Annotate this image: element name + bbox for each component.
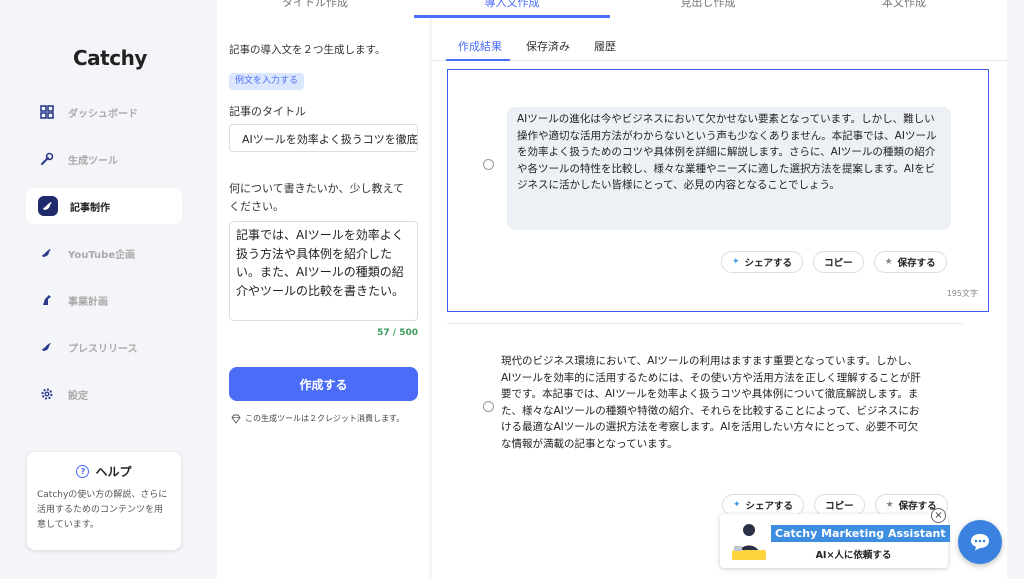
help-text: Catchyの使い方の解説、さらに活用するためのコンテンツを用意しています。 [37,490,168,530]
assistant-banner[interactable]: × Catchy Marketing Assistant AI×人に依頼する [720,508,950,568]
result-actions: ✦ シェアする コピー ★ 保存する [722,494,948,516]
copy-button[interactable]: コピー [814,494,865,516]
credit-note-text: この生成ツールは２クレジット消費します。 [245,414,405,423]
sidebar: Catchy ダッシュボード 生成ツール 記事制作 YouTube企画 事業計画 [0,0,200,579]
sidebar-item-label: 設定 [68,390,88,402]
result-divider [447,323,963,324]
results-panel: 作成結果 保存済み 履歴 AIツールの進化は今やビジネスにおいて欠かせない要素と… [432,18,1007,579]
horse-icon [38,291,56,309]
chat-button[interactable] [958,520,1002,564]
sidebar-item-business-plan[interactable]: 事業計画 [26,282,182,318]
bird-icon [38,196,58,216]
share-button[interactable]: ✦ シェアする [721,251,804,273]
grid-icon [38,103,56,121]
sidebar-item-tools[interactable]: 生成ツール [26,141,182,177]
star-icon: ★ [885,500,894,510]
create-button[interactable]: 作成する [229,367,418,401]
star-icon: ★ [884,257,893,267]
sidebar-item-label: 記事制作 [70,202,110,214]
brand-logo[interactable]: Catchy [73,46,147,70]
gear-icon [38,385,56,403]
assistant-subtitle: AI×人に依頼する [815,550,892,561]
sidebar-item-label: 事業計画 [68,296,108,308]
char-count: 195文字 [946,289,978,298]
active-tab-indicator [446,59,510,61]
tab-history[interactable]: 履歴 [594,38,616,54]
diamond-icon [231,414,241,424]
result-card-selected[interactable]: AIツールの進化は今やビジネスにおいて欠かせない要素となっています。しかし、難し… [447,69,989,312]
assistant-title: Catchy Marketing Assistant [771,525,950,542]
sidebar-item-label: プレスリリース [68,343,138,355]
assistant-person-icon [732,524,766,560]
about-label: 何について書きたいか、少し教えてください。 [229,182,404,213]
chat-bubble-icon [971,534,989,551]
sidebar-item-dashboard[interactable]: ダッシュボード [26,94,182,130]
sidebar-item-label: 生成ツール [68,155,118,167]
step-tab-headings[interactable]: 見出し作成 [610,0,806,10]
sidebar-item-settings[interactable]: 設定 [26,376,182,412]
step-tab-intro[interactable]: 導入文作成 [414,0,610,10]
tab-divider [432,60,1007,61]
step-tab-body[interactable]: 本文作成 [806,0,1002,10]
title-input[interactable]: AIツールを効率よく扱うコツを徹底解説 [229,124,418,152]
tab-results[interactable]: 作成結果 [458,38,502,54]
question-icon: ? [76,465,90,478]
help-title: ? ヘルプ [37,463,171,480]
result-text: 現代のビジネス環境において、AIツールの利用はますます重要となっています。しかし… [501,355,921,450]
form-intro: 記事の導入文を２つ生成します。 [229,44,386,56]
title-label: 記事のタイトル [229,105,306,118]
sidebar-item-article[interactable]: 記事制作 [26,188,182,224]
result-radio[interactable] [483,159,494,170]
step-tab-title[interactable]: タイトル作成 [217,0,413,10]
sidebar-item-label: YouTube企画 [68,249,136,261]
about-textarea[interactable]: 記事では、AIツールを効率よく扱う方法や具体例を紹介したい。また、AIツールの種… [229,221,418,321]
step-tabs: タイトル作成 導入文作成 見出し作成 本文作成 [217,0,1007,18]
result-actions: ✦ シェアする コピー ★ 保存する [721,251,947,273]
character-counter: 57 / 500 [377,328,418,338]
wrench-icon [38,150,56,168]
sidebar-item-press-release[interactable]: プレスリリース [26,329,182,365]
twitter-icon: ✦ [733,500,741,510]
sidebar-item-label: ダッシュボード [68,108,138,120]
save-button[interactable]: ★ 保存する [873,251,947,273]
help-card[interactable]: ? ヘルプ Catchyの使い方の解説、さらに活用するためのコンテンツを用意して… [27,452,181,550]
twitter-icon: ✦ [732,257,740,267]
bird-icon [38,338,56,356]
close-icon[interactable]: × [931,508,946,523]
help-title-label: ヘルプ [95,465,132,479]
sidebar-item-youtube[interactable]: YouTube企画 [26,235,182,271]
input-form: 記事の導入文を２つ生成します。 例文を入力する 記事のタイトル AIツールを効率… [217,18,429,579]
bird-icon [38,244,56,262]
example-input-button[interactable]: 例文を入力する [229,73,305,90]
copy-button[interactable]: コピー [813,251,864,273]
credit-note: この生成ツールは２クレジット消費します。 [231,413,404,424]
tab-saved[interactable]: 保存済み [526,38,570,54]
share-button[interactable]: ✦ シェアする [722,494,805,516]
result-text: AIツールの進化は今やビジネスにおいて欠かせない要素となっています。しかし、難し… [507,107,951,230]
